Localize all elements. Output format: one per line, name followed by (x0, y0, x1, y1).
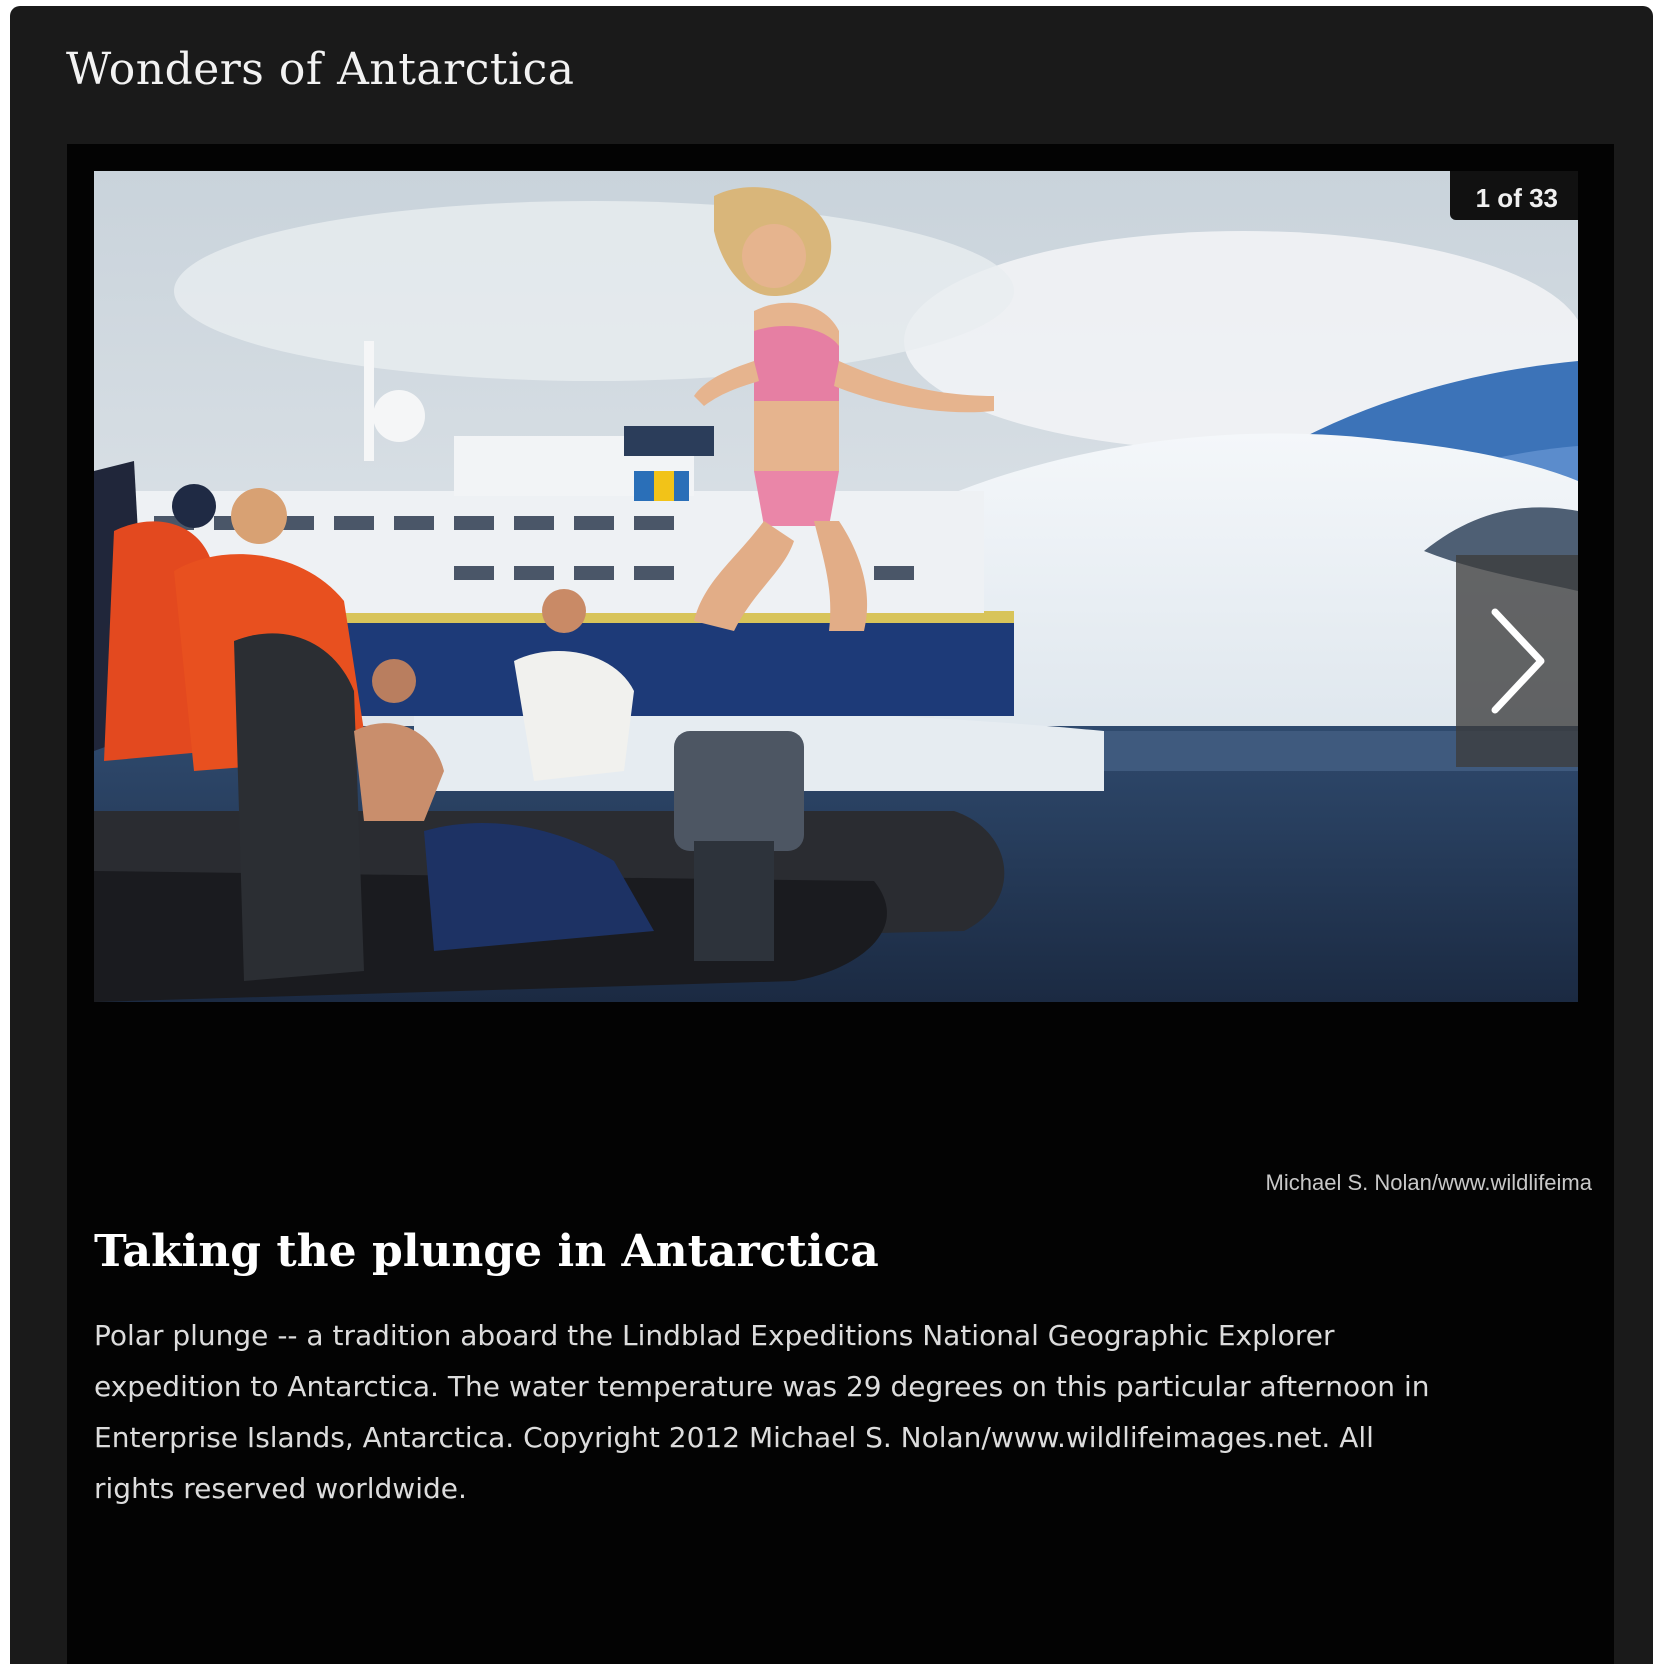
chevron-right-icon (1485, 606, 1549, 716)
slide-photo: 1 of 33 (94, 171, 1578, 1002)
slideshow-stage: 1 of 33 Michael S. Nolan/www.wildlifeima… (67, 144, 1614, 1664)
slide-counter: 1 of 33 (1449, 171, 1578, 220)
slide-title: Taking the plunge in Antarctica (94, 1226, 879, 1277)
gallery-title: Wonders of Antarctica (66, 44, 575, 95)
slide-caption: Polar plunge -- a tradition aboard the L… (94, 1319, 1430, 1505)
photo-credit: Michael S. Nolan/www.wildlifeima (1265, 1170, 1592, 1195)
gallery-frame: Wonders of Antarctica 1 of 33 Michael S.… (10, 6, 1653, 1664)
next-slide-button[interactable] (1456, 555, 1578, 767)
